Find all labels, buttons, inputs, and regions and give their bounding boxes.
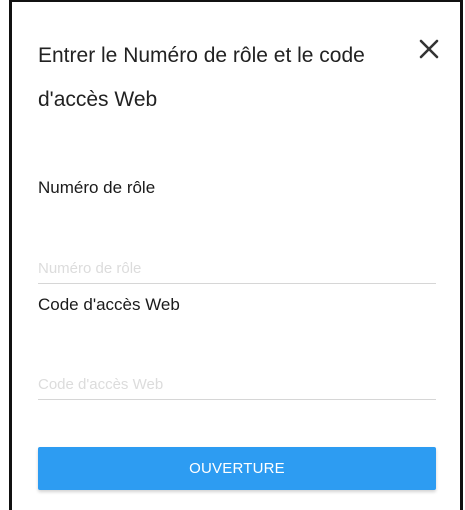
dialog-title: Entrer le Numéro de rôle et le code d'ac… [38, 44, 365, 111]
close-button[interactable] [416, 36, 442, 62]
open-button[interactable]: OUVERTURE [38, 447, 436, 490]
role-number-label: Numéro de rôle [38, 178, 156, 197]
web-access-code-label: Code d'accès Web [38, 295, 180, 314]
role-number-input[interactable] [38, 254, 436, 284]
close-icon [416, 36, 442, 62]
login-dialog: Entrer le Numéro de rôle et le code d'ac… [9, 0, 463, 510]
web-access-code-input[interactable] [38, 370, 436, 400]
